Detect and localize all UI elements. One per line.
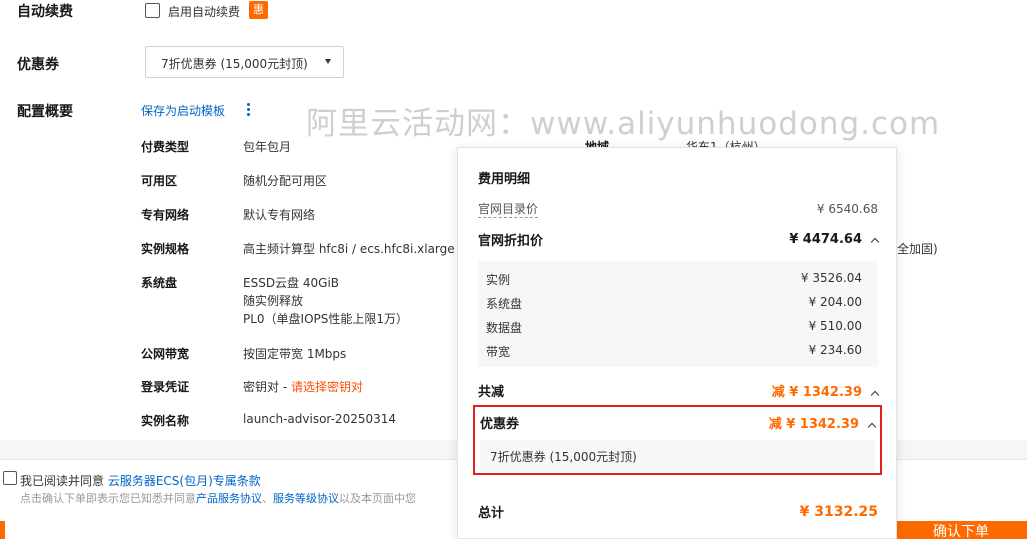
config-key: 公网带宽 [141,347,190,361]
config-value: 随机分配可用区 [243,174,328,188]
auto-renew-label: 自动续费 [17,4,73,20]
list-price-value: ¥ 6540.68 [816,202,878,216]
config-value: 全加固) [897,242,938,256]
config-key: 系统盘 [141,276,178,290]
accent-strip [0,521,5,539]
item-price: ¥ 204.00 [808,295,862,309]
config-value: PL0（单盘IOPS性能上限1万） [243,312,409,326]
agreement-note: 点击确认下单即表示您已知悉并同意产品服务协议、服务等级协议以及本页面中您 [20,490,416,506]
select-keypair-link[interactable]: 请选择密钥对 [291,380,363,394]
ecs-terms-link[interactable]: 云服务器ECS(包月)专属条款 [108,474,261,488]
total-label: 总计 [478,506,505,521]
total-row: 总计 ¥ 3132.25 [478,502,878,522]
item-name: 实例 [486,273,511,287]
watermark-text: 阿里云活动网：www.aliyunhuodong.com [306,106,941,142]
auto-renew-checkbox[interactable] [145,3,160,18]
item-price: ¥ 3526.04 [800,271,862,285]
confirm-order-button[interactable]: 确认下单 [885,521,1027,539]
coupon-select[interactable]: 7折优惠券 (15,000元封顶) [145,46,344,78]
chevron-up-icon[interactable] [870,237,880,247]
agreement-note-prefix: 点击确认下单即表示您已知悉并同意 [20,492,196,505]
agreement-note-suffix: 以及本页面中您 [339,492,416,505]
item-name: 数据盘 [486,321,523,335]
config-key: 登录凭证 [141,380,190,394]
list-price-row: 官网目录价 ¥ 6540.68 [478,200,878,218]
coupon-select-value: 7折优惠券 (15,000元封顶) [161,57,308,71]
total-value: ¥ 3132.25 [799,503,878,520]
keypair-prefix: 密钥对 - [243,380,291,394]
coupon-row-value: 减 ¥ 1342.39 [768,417,859,432]
coupon-label: 优惠券 [17,57,59,73]
config-value: 密钥对 - 请选择密钥对 [243,378,363,395]
config-key: 专有网络 [141,208,190,222]
total-reduction-label: 共减 [478,385,505,400]
config-value: ESSD云盘 40GiB [243,276,340,290]
config-key: 实例名称 [141,414,190,428]
config-key: 可用区 [141,174,178,188]
discount-price-value: ¥ 4474.64 [789,232,862,247]
config-value: 按固定带宽 1Mbps [243,347,347,361]
list-item: 实例 ¥ 3526.04 [486,271,862,288]
coupon-row-label: 优惠券 [480,417,520,432]
coupon-highlight-box: 优惠券 减 ¥ 1342.39 7折优惠券 (15,000元封顶) [473,405,882,475]
config-value: 随实例释放 [243,294,304,308]
save-as-template-link[interactable]: 保存为启动模板 [141,102,225,119]
agreement-sep: 、 [262,492,273,505]
item-name: 系统盘 [486,297,523,311]
sla-link[interactable]: 服务等级协议 [273,492,339,505]
chevron-up-icon[interactable] [867,422,877,432]
agreement-prefix: 我已阅读并同意 [20,474,105,488]
price-breakdown: 实例 ¥ 3526.04 系统盘 ¥ 204.00 数据盘 ¥ 510.00 带… [478,261,878,367]
config-value: launch-advisor-20250314 [243,412,397,426]
item-name: 带宽 [486,345,511,359]
config-key: 实例规格 [141,242,190,256]
config-value: 默认专有网络 [243,208,316,222]
discount-price-label: 官网折扣价 [478,234,544,249]
chevron-down-icon [325,59,331,64]
agreement-checkbox[interactable] [3,471,17,485]
config-key: 付费类型 [141,140,190,154]
coupon-detail: 7折优惠券 (15,000元封顶) [480,440,875,472]
confirm-order-label: 确认下单 [933,524,989,539]
fee-details-popover: 费用明细 官网目录价 ¥ 6540.68 官网折扣价 ¥ 4474.64 实例 … [457,147,897,539]
fee-details-title: 费用明细 [478,172,531,187]
discount-badge: 惠 [249,1,268,19]
chevron-up-icon[interactable] [870,390,880,400]
product-agreement-link[interactable]: 产品服务协议 [196,492,262,505]
item-price: ¥ 510.00 [808,319,862,333]
config-summary-label: 配置概要 [17,104,73,120]
total-reduction-row[interactable]: 共减 减 ¥ 1342.39 [478,381,880,400]
list-item: 系统盘 ¥ 204.00 [486,295,862,312]
item-price: ¥ 234.60 [808,343,862,357]
agreement-text: 我已阅读并同意 云服务器ECS(包月)专属条款 [20,472,261,489]
config-value: 包年包月 [243,140,292,154]
discount-price-row[interactable]: 官网折扣价 ¥ 4474.64 [478,230,880,249]
list-price-label: 官网目录价 [478,202,539,218]
auto-renew-checkbox-label[interactable]: 启用自动续费 [168,3,240,20]
coupon-row[interactable]: 优惠券 减 ¥ 1342.39 [480,413,877,432]
more-options-icon[interactable] [246,103,250,117]
list-item: 数据盘 ¥ 510.00 [486,319,862,336]
list-item: 带宽 ¥ 234.60 [486,343,862,360]
total-reduction-value: 减 ¥ 1342.39 [771,385,862,400]
config-value: 高主频计算型 hfc8i / ecs.hfc8i.xlarge (4 v [243,242,482,256]
